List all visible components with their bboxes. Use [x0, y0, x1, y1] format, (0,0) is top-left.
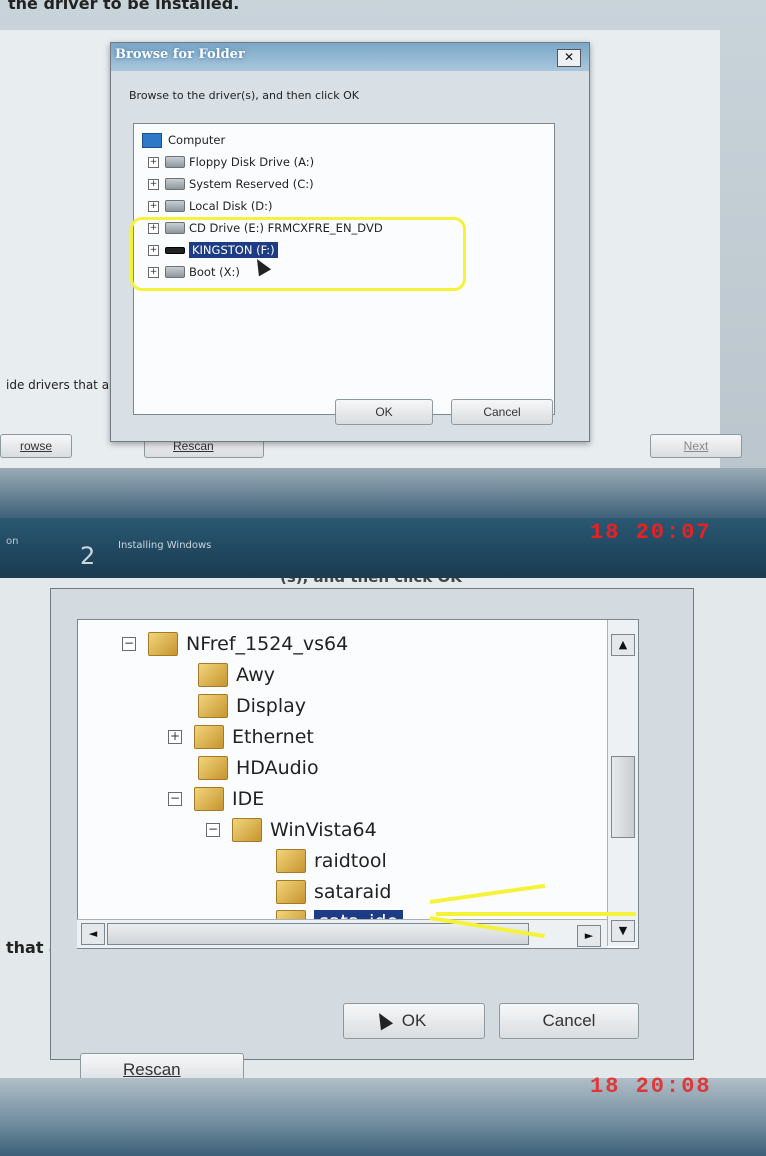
hard-drive-icon	[165, 200, 185, 212]
previous-step-label: on	[6, 536, 19, 547]
expand-icon[interactable]: +	[148, 178, 159, 190]
expand-icon[interactable]: +	[148, 156, 159, 168]
hard-drive-icon	[165, 178, 185, 190]
arrow-head-upper	[429, 883, 546, 904]
tree-item-system-reserved[interactable]: + System Reserved (C:)	[148, 174, 314, 194]
tree-item-label: System Reserved (C:)	[189, 177, 314, 191]
close-button[interactable]: ✕	[557, 49, 581, 67]
bottom-screenshot: (s), and then click OK that a − NFref_15…	[0, 578, 766, 1156]
next-button[interactable]: Next	[650, 434, 742, 458]
top-screenshot: the driver to be installed. ide drivers …	[0, 0, 766, 578]
floppy-drive-icon	[165, 156, 185, 168]
browse-button[interactable]: rowse	[0, 434, 72, 458]
expand-icon[interactable]: +	[148, 200, 159, 212]
dialog-title: Browse for Folder	[115, 47, 245, 62]
tree-item-label: Floppy Disk Drive (A:)	[189, 155, 315, 169]
tree-item-local-disk[interactable]: + Local Disk (D:)	[148, 196, 273, 216]
tree-item-label: Computer	[168, 133, 226, 147]
yellow-highlight-box	[130, 217, 466, 291]
tree-item-computer[interactable]: Computer	[142, 130, 225, 150]
step-number: 2	[80, 542, 96, 570]
tree-item-floppy[interactable]: + Floppy Disk Drive (A:)	[148, 152, 314, 172]
partial-heading: the driver to be installed.	[8, 0, 240, 13]
camera-timestamp: 18 20:08	[590, 1074, 712, 1099]
step-label: Installing Windows	[118, 540, 212, 551]
dialog-instruction: Browse to the driver(s), and then click …	[129, 89, 359, 102]
setup-progress-band	[0, 468, 766, 518]
arrow-shaft	[436, 912, 636, 916]
ok-button[interactable]: OK	[335, 399, 433, 425]
arrow-head-lower	[429, 916, 545, 939]
camera-timestamp: 18 20:07	[590, 520, 712, 545]
partial-description: ide drivers that a	[6, 378, 110, 392]
computer-icon	[142, 132, 162, 148]
cancel-button[interactable]: Cancel	[451, 399, 553, 425]
tree-item-label: Local Disk (D:)	[189, 199, 273, 213]
